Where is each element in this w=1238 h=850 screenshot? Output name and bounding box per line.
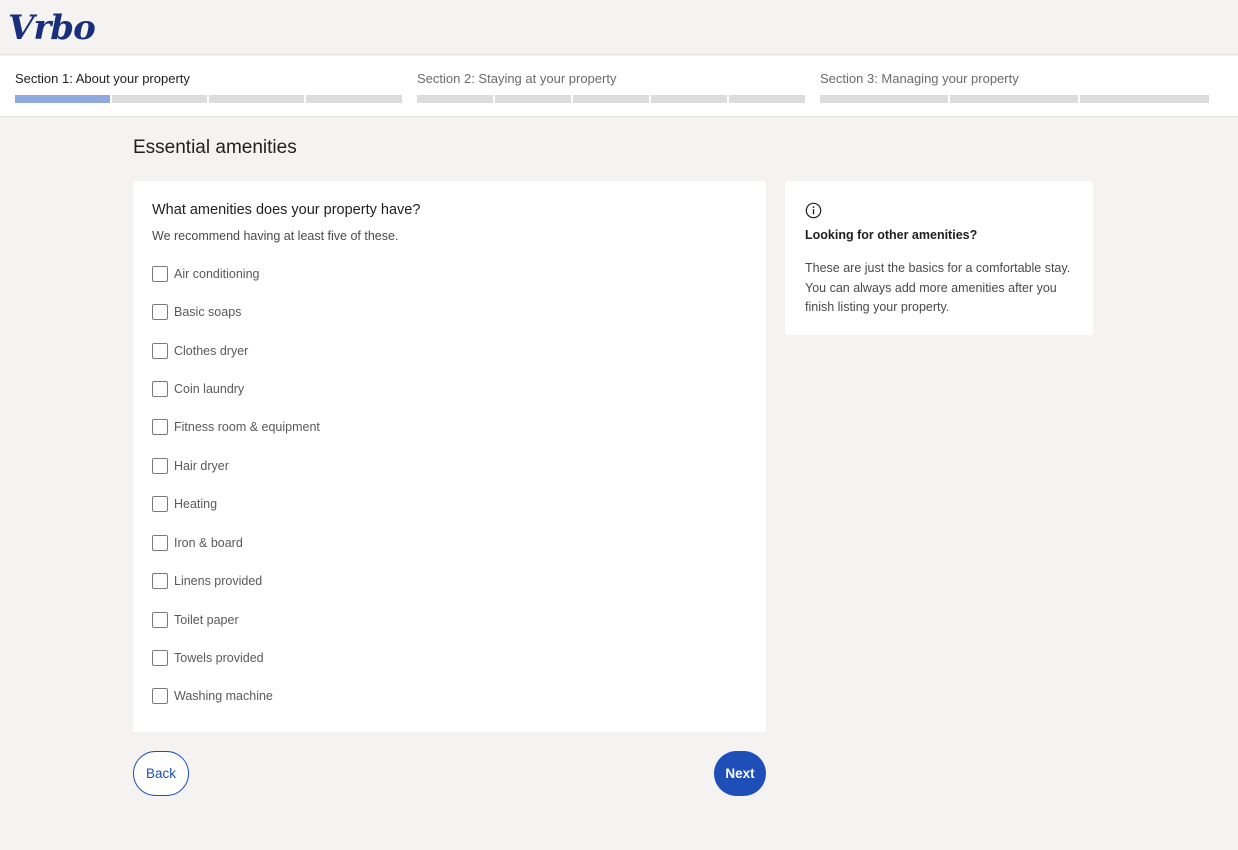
amenity-coin-laundry[interactable]: Coin laundry [152,381,244,397]
section-2-steps [417,95,805,103]
section-2-label: Section 2: Staying at your property [417,71,617,86]
amenities-question: What amenities does your property have? [152,202,421,218]
amenity-basic-soaps[interactable]: Basic soaps [152,304,241,320]
checkbox[interactable] [152,381,168,397]
progress-step [417,95,493,103]
vrbo-logo[interactable]: Vrbo [8,10,96,46]
back-button[interactable]: Back [133,751,189,796]
checkbox[interactable] [152,612,168,628]
info-icon [805,202,822,219]
amenity-hair-dryer[interactable]: Hair dryer [152,458,229,474]
section-1-label: Section 1: About your property [15,71,190,86]
checkbox[interactable] [152,343,168,359]
info-text: These are just the basics for a comforta… [805,261,1071,314]
checkbox[interactable] [152,304,168,320]
amenity-label: Air conditioning [174,267,260,281]
section-3-steps [820,95,1209,103]
amenity-label: Clothes dryer [174,344,249,358]
progress-step [820,95,948,103]
amenity-label: Heating [174,497,218,511]
amenity-washing-machine[interactable]: Washing machine [152,688,273,704]
amenity-fitness-room[interactable]: Fitness room & equipment [152,419,320,435]
progress-step [950,95,1078,103]
amenity-label: Hair dryer [174,459,229,473]
checkbox[interactable] [152,496,168,512]
progress-step [729,95,805,103]
amenities-card: What amenities does your property have? … [133,181,766,732]
amenity-heating[interactable]: Heating [152,496,217,512]
checkbox[interactable] [152,266,168,282]
amenity-toilet-paper[interactable]: Toilet paper [152,612,239,628]
checkbox[interactable] [152,650,168,666]
progress-step [651,95,727,103]
top-header: Vrbo [0,0,1238,55]
amenity-label: Linens provided [174,574,263,588]
progress-step [495,95,571,103]
info-panel: Looking for other amenities? These are j… [785,181,1093,335]
amenity-label: Basic soaps [174,305,242,319]
section-1-steps [15,95,402,103]
amenity-linens-provided[interactable]: Linens provided [152,573,262,589]
progress-tracker: Section 1: About your property Section 2… [0,56,1238,117]
page-title: Essential amenities [133,137,297,158]
checkbox[interactable] [152,573,168,589]
progress-step [15,95,110,103]
amenity-label: Coin laundry [174,382,245,396]
next-button[interactable]: Next [714,751,766,796]
section-3-label: Section 3: Managing your property [820,71,1019,86]
amenity-label: Washing machine [174,689,273,703]
progress-step [306,95,402,103]
progress-step [573,95,649,103]
progress-step [112,95,207,103]
progress-step [209,95,304,103]
amenity-label: Towels provided [174,651,264,665]
amenities-hint: We recommend having at least five of the… [152,229,399,243]
checkbox[interactable] [152,688,168,704]
amenity-label: Toilet paper [174,613,239,627]
checkbox[interactable] [152,535,168,551]
info-title: Looking for other amenities? [805,228,978,242]
amenity-towels-provided[interactable]: Towels provided [152,650,264,666]
amenity-iron-board[interactable]: Iron & board [152,535,243,551]
amenity-label: Fitness room & equipment [174,420,320,434]
amenity-label: Iron & board [174,536,243,550]
amenity-clothes-dryer[interactable]: Clothes dryer [152,343,248,359]
amenity-air-conditioning[interactable]: Air conditioning [152,266,259,282]
progress-step [1080,95,1209,103]
checkbox[interactable] [152,458,168,474]
checkbox[interactable] [152,419,168,435]
